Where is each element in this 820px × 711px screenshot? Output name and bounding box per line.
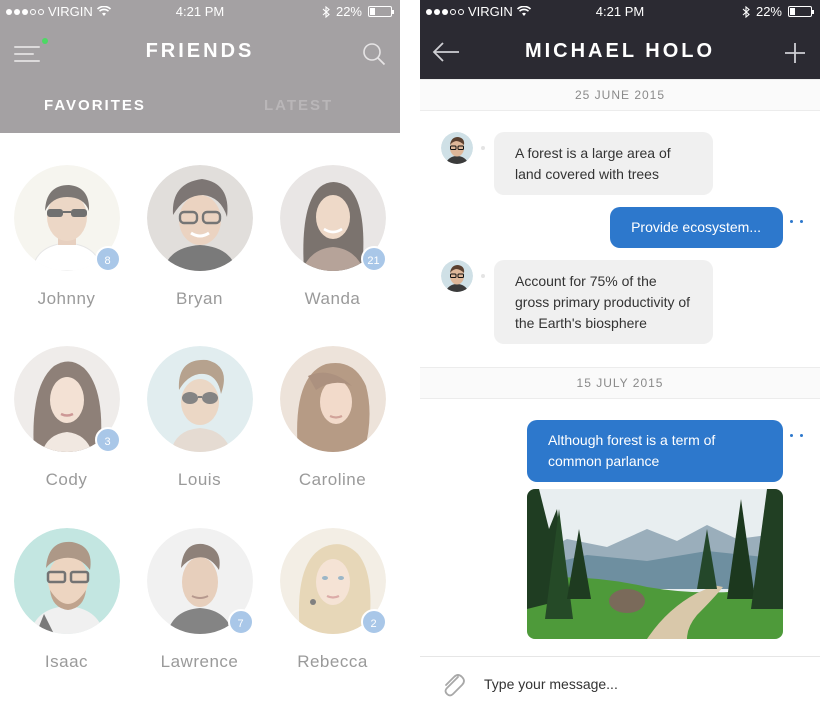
avatar[interactable] [13, 528, 120, 634]
status-bar: VIRGIN 4:21 PM 22% [420, 0, 820, 22]
friend-name: Cody [45, 470, 88, 489]
tab-latest[interactable]: LATEST [264, 97, 333, 114]
friend-card-louis[interactable]: Louis [133, 346, 266, 490]
unread-count-badge: 8 [94, 246, 121, 272]
date-separator: 15 JULY 2015 [420, 367, 820, 399]
incoming-message: Account for 75% of the gross primary pro… [481, 260, 713, 344]
avatar[interactable]: 3 [13, 346, 121, 453]
friend-card-isaac[interactable]: Isaac [0, 528, 133, 672]
plus-icon[interactable] [784, 42, 806, 64]
page-title: FRIENDS [145, 40, 255, 62]
friend-card-lawrence[interactable]: 7 Lawrence [133, 528, 266, 672]
friend-card-wanda[interactable]: 21 Wanda [266, 165, 399, 309]
friend-name: Isaac [44, 652, 89, 671]
friend-card-johnny[interactable]: 8 Johnny [0, 165, 133, 309]
unread-count-badge: 7 [227, 609, 254, 635]
friend-name: Bryan [176, 289, 223, 308]
louis-photo [146, 346, 253, 452]
friend-name: Louis [177, 470, 222, 489]
friend-card-caroline[interactable]: Caroline [266, 346, 399, 490]
unread-count-badge: 2 [360, 609, 387, 635]
friend-name: Rebecca [297, 652, 368, 671]
paperclip-icon[interactable] [440, 671, 466, 699]
avatar[interactable] [441, 132, 473, 164]
battery-percent: 22% [755, 4, 782, 19]
contact-name: MICHAEL HOLO [524, 40, 716, 62]
battery-icon [368, 6, 394, 17]
date-separator: 25 JUNE 2015 [420, 79, 820, 111]
message-composer [420, 656, 820, 711]
outgoing-message: Provide ecosystem... [610, 207, 783, 248]
bluetooth-icon [322, 5, 330, 18]
chat-screen: VIRGIN 4:21 PM 22% MICHAEL HOLO 25 JUNE … [420, 0, 820, 711]
outgoing-message: Although forest is a term of common parl… [527, 420, 783, 482]
friend-name: Caroline [298, 470, 367, 489]
avatar[interactable] [441, 260, 473, 292]
avatar[interactable]: 7 [146, 528, 254, 635]
friend-card-rebecca[interactable]: 2 Rebecca [266, 528, 399, 672]
friend-card-cody[interactable]: 3 Cody [0, 346, 133, 490]
message-input[interactable] [484, 671, 794, 697]
forest-mountain-photo[interactable] [527, 489, 783, 639]
incoming-message: A forest is a large area of land covered… [481, 132, 713, 195]
friend-name: Lawrence [160, 652, 239, 671]
friends-header: VIRGIN 4:21 PM 22% FRIENDS FAVORITES LAT… [0, 0, 400, 133]
sent-indicator [790, 220, 806, 226]
search-icon[interactable] [362, 42, 386, 66]
avatar[interactable] [146, 346, 253, 452]
avatar[interactable] [279, 346, 386, 452]
friend-name: Johnny [37, 289, 96, 308]
caroline-photo [279, 346, 386, 452]
unread-count-badge: 21 [360, 246, 387, 272]
bryan-photo [146, 165, 253, 271]
isaac-photo [13, 528, 120, 634]
chat-header: VIRGIN 4:21 PM 22% MICHAEL HOLO [420, 0, 820, 79]
status-bar: VIRGIN 4:21 PM 22% [0, 0, 400, 22]
avatar[interactable]: 8 [13, 165, 121, 272]
avatar[interactable]: 21 [279, 165, 387, 272]
friend-name: Wanda [304, 289, 361, 308]
battery-percent: 22% [335, 4, 362, 19]
tab-favorites[interactable]: FAVORITES [44, 97, 146, 114]
avatar[interactable]: 2 [279, 528, 387, 635]
sent-indicator [790, 434, 806, 440]
friends-screen: VIRGIN 4:21 PM 22% FRIENDS FAVORITES LAT… [0, 0, 400, 711]
bluetooth-icon [742, 5, 750, 18]
avatar[interactable] [146, 165, 253, 271]
battery-icon [788, 6, 814, 17]
friend-card-bryan[interactable]: Bryan [133, 165, 266, 309]
friends-grid: 8 Johnny Bryan 21 Wanda 3 Cody Louis Car… [0, 133, 400, 711]
unread-count-badge: 3 [94, 427, 121, 453]
